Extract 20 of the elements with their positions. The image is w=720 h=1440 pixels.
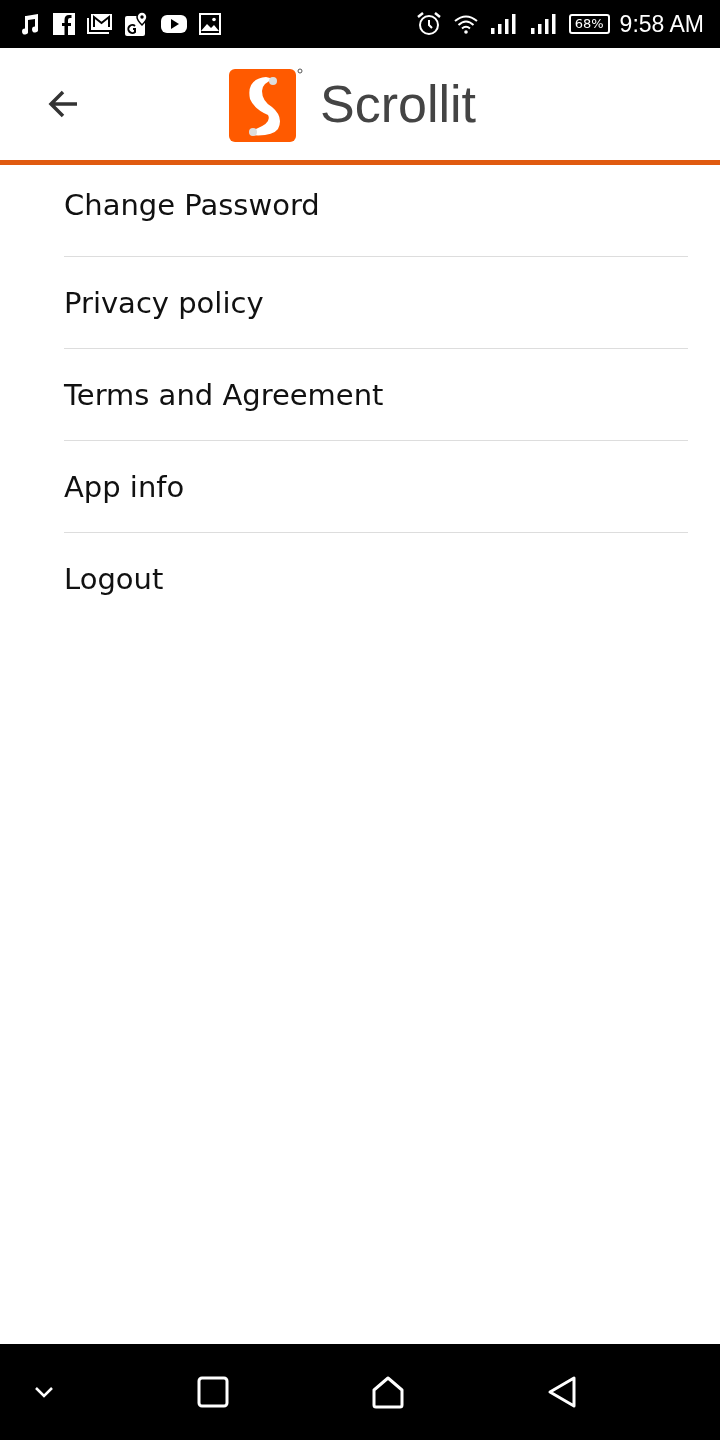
wifi-icon xyxy=(452,13,479,35)
facebook-icon xyxy=(52,12,76,36)
mail-icon xyxy=(86,12,114,36)
signal-icon xyxy=(528,12,559,36)
app-title: Scrollit xyxy=(320,74,477,134)
map-pin-icon xyxy=(124,11,150,37)
status-time: 9:58 AM xyxy=(619,10,704,38)
image-icon xyxy=(198,12,222,36)
home-icon[interactable] xyxy=(370,1375,405,1409)
scroll-logo-icon xyxy=(228,65,306,143)
menu-item[interactable]: Privacy policy xyxy=(64,257,688,349)
menu-item[interactable]: Change Password xyxy=(64,188,688,257)
video-play-icon xyxy=(160,13,188,35)
menu-item[interactable]: App info xyxy=(64,441,688,533)
recent-apps-icon[interactable] xyxy=(197,1376,230,1408)
signal-icon xyxy=(488,12,519,36)
menu-item[interactable]: Terms and Agreement xyxy=(64,349,688,441)
back-triangle-icon[interactable] xyxy=(546,1375,578,1409)
battery-indicator: 68% xyxy=(568,14,610,34)
menu-item[interactable]: Logout xyxy=(64,533,688,624)
